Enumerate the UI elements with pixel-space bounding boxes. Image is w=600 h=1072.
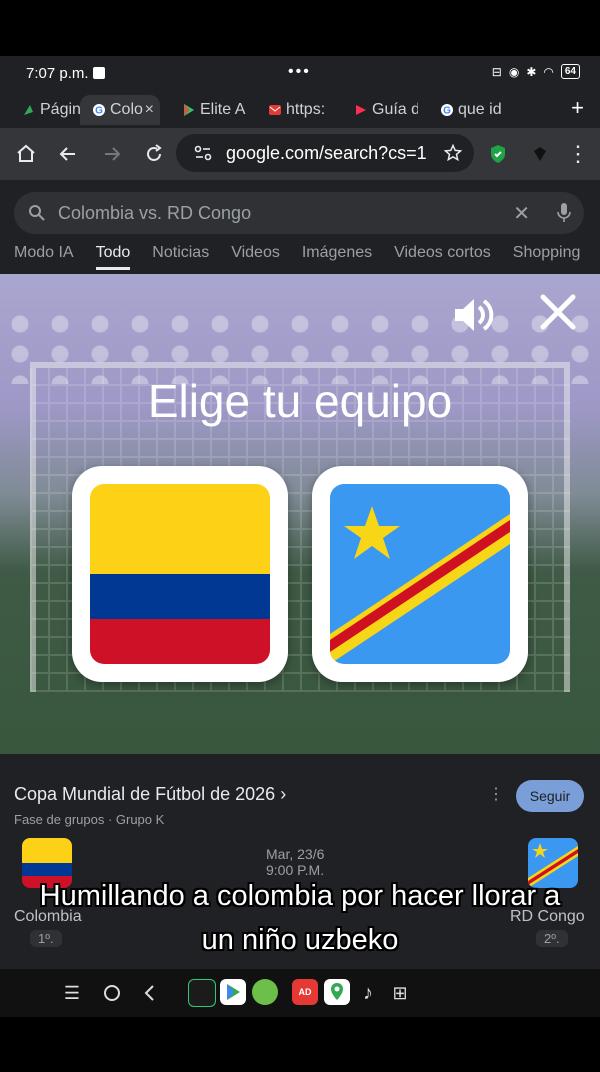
tab-label: Guía d [372, 101, 418, 118]
system-icons: ⊟ ◉ ✱ ◠ 64 [492, 64, 580, 79]
more-dots-icon: ••• [288, 63, 311, 80]
tab-colombia-search[interactable]: G Colo × [80, 95, 160, 125]
status-time: 7:07 p.m. [26, 65, 105, 82]
youtube-icon [356, 105, 366, 115]
adblocker-app-icon[interactable]: AD [292, 979, 318, 1005]
microphone-icon[interactable] [556, 202, 572, 224]
tab-https[interactable]: https: [246, 95, 332, 125]
tournament-title[interactable]: Copa Mundial de Fútbol de 2026 › [14, 784, 286, 805]
site-settings-icon[interactable] [194, 145, 212, 161]
congo-flag [330, 484, 510, 664]
leaf-icon [24, 105, 33, 115]
reader-icon: ⊟ [491, 64, 502, 79]
new-tab-button[interactable]: + [571, 95, 584, 121]
tab-imagenes[interactable]: Imágenes [302, 244, 372, 270]
colombia-team-button[interactable] [72, 466, 288, 682]
tab-modo-ia[interactable]: Modo IA [14, 244, 74, 270]
tournament-stage: Fase de grupos · Grupo K [14, 812, 165, 827]
wifi-icon: ◠ [543, 64, 554, 79]
google-icon: G [441, 104, 453, 117]
clear-search-icon[interactable]: ✕ [513, 201, 530, 226]
tab-elite[interactable]: Elite A [160, 95, 246, 125]
notification-icon [92, 67, 105, 79]
tab-pagina[interactable]: Página [0, 95, 86, 125]
close-icon[interactable] [538, 292, 578, 332]
dock-app-icon[interactable] [188, 979, 216, 1007]
browser-tab-strip: Página G Colo × Elite A https: Guía d G … [0, 92, 600, 128]
game-title: Elige tu equipo [147, 375, 453, 427]
search-results: Colombia vs. RD Congo ✕ Modo IA Todo Not… [0, 180, 600, 960]
tab-que-id[interactable]: G que id [418, 95, 504, 125]
nav-back-icon[interactable] [138, 981, 162, 1005]
video-caption: Humillando a colombia por hacer llorar a… [39, 880, 561, 956]
url-text: google.com/search?cs=1& [226, 143, 426, 163]
tab-label: Colo [110, 101, 143, 118]
battery-indicator: 64 [560, 64, 580, 79]
tab-guia[interactable]: Guía d [332, 95, 418, 125]
tab-label: Elite A [200, 101, 246, 118]
search-filter-tabs: Modo IA Todo Noticias Videos Imágenes Vi… [14, 244, 580, 270]
follow-button[interactable]: Seguir [516, 780, 584, 812]
play-store-app-icon[interactable] [220, 979, 246, 1005]
google-icon: G [93, 104, 105, 117]
team-picker-game: Elige tu equipo [0, 274, 600, 754]
tab-todo[interactable]: Todo [95, 244, 131, 270]
congo-team-button[interactable] [312, 466, 528, 682]
phone-screen: 7:07 p.m. ••• ⊟ ◉ ✱ ◠ 64 Página G Colo ×… [0, 56, 600, 1017]
tab-videos-cortos[interactable]: Videos cortos [394, 244, 491, 270]
colombia-flag [90, 484, 270, 664]
chevron-right-icon: › [280, 784, 287, 804]
tab-noticias[interactable]: Noticias [152, 244, 209, 270]
home-circle-icon[interactable] [100, 981, 124, 1005]
back-icon[interactable] [56, 142, 80, 166]
dock-app-icon-green[interactable] [252, 979, 278, 1005]
menu-kebab-icon[interactable]: ⋮ [566, 142, 590, 166]
tab-label: https: [286, 101, 326, 118]
bluetooth-icon: ✱ [526, 64, 537, 79]
tab-shopping[interactable]: Shopping [513, 244, 581, 270]
maps-app-icon[interactable] [324, 979, 350, 1005]
play-store-icon [184, 104, 194, 116]
close-tab-icon[interactable]: × [145, 101, 154, 119]
sound-icon[interactable] [452, 294, 496, 336]
search-input[interactable]: Colombia vs. RD Congo ✕ [14, 192, 584, 234]
shield-icon[interactable] [486, 142, 510, 166]
status-bar: 7:07 p.m. ••• ⊟ ◉ ✱ ◠ 64 [0, 56, 600, 92]
home-icon[interactable] [14, 142, 38, 166]
app-grid-icon[interactable]: ⊞ [388, 981, 412, 1005]
record-icon: ◉ [508, 64, 520, 79]
extension-icon[interactable] [528, 142, 552, 166]
svg-text:G: G [443, 106, 451, 117]
browser-toolbar: google.com/search?cs=1& ⋮ [0, 128, 600, 180]
forward-icon[interactable] [100, 142, 124, 166]
tab-videos[interactable]: Videos [231, 244, 280, 270]
address-bar[interactable]: google.com/search?cs=1& [176, 134, 474, 172]
svg-text:G: G [95, 106, 103, 117]
reload-icon[interactable] [142, 142, 166, 166]
system-navigation-bar: ☰ AD ♪ ⊞ [0, 969, 600, 1017]
mail-icon [269, 105, 281, 115]
recent-apps-icon[interactable]: ☰ [60, 981, 84, 1005]
bookmark-star-icon[interactable] [444, 144, 462, 162]
search-icon [29, 205, 45, 221]
tab-label: que id [458, 101, 502, 118]
tiktok-icon[interactable]: ♪ [356, 981, 380, 1005]
more-options-icon[interactable]: ⋮ [488, 784, 504, 804]
search-query: Colombia vs. RD Congo [58, 203, 252, 223]
